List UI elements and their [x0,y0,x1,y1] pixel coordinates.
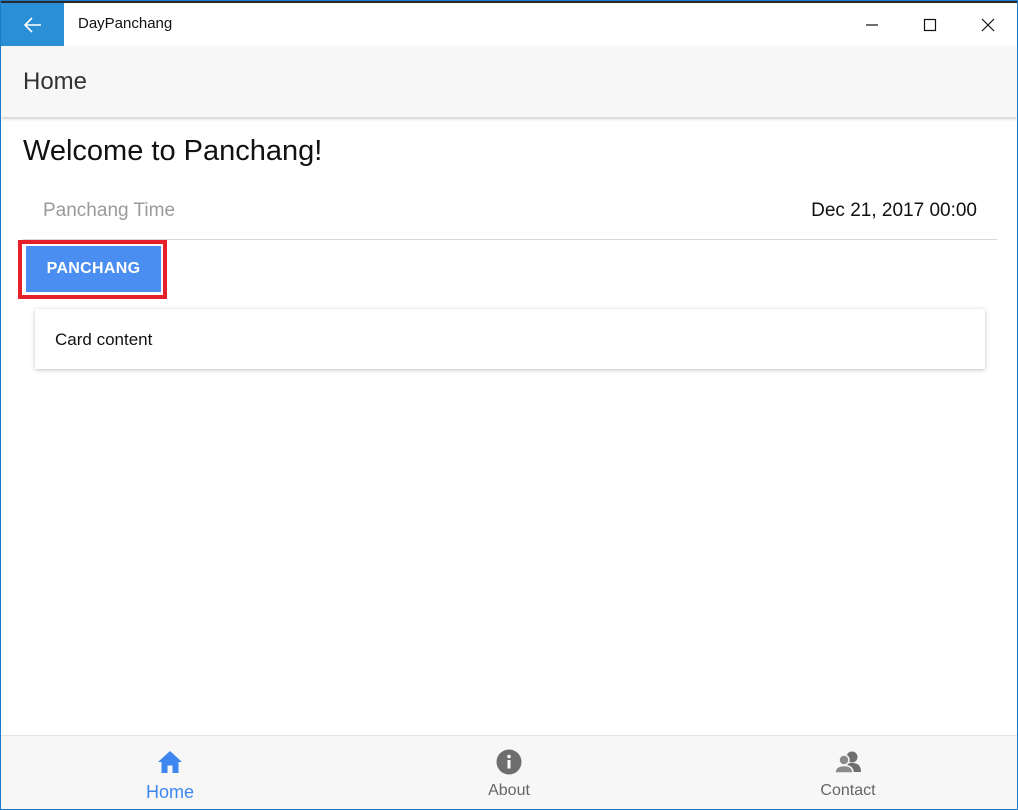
card-text: Card content [55,330,153,349]
welcome-heading: Welcome to Panchang! [23,135,323,167]
tab-about-label: About [488,782,530,799]
minimize-icon [866,23,878,26]
tab-contact[interactable]: Contact [679,736,1017,809]
tab-contact-label: Contact [820,782,876,799]
tab-home-label: Home [145,782,194,802]
close-icon [981,18,995,31]
bottom-tab-bar: Home About Contact [1,735,1017,809]
title-bar: DayPanchang [1,1,1017,46]
tab-home[interactable]: Home [1,736,339,809]
panchang-time-label: Panchang Time [43,200,176,221]
maximize-icon [923,18,937,31]
panchang-button[interactable]: PANCHANG [26,246,161,292]
content-card: Card content [35,309,985,369]
page-title: Home [23,68,88,95]
contacts-icon [834,748,862,776]
panchang-time-row[interactable]: Panchang Time Dec 21, 2017 00:00 [23,187,997,240]
minimize-button[interactable] [843,3,901,46]
tab-about[interactable]: About [340,736,678,809]
app-title: DayPanchang [78,15,173,32]
panchang-time-value[interactable]: Dec 21, 2017 00:00 [811,200,977,222]
maximize-button[interactable] [901,3,959,46]
back-button[interactable] [1,3,64,46]
info-icon [495,748,523,776]
page-header: Home [1,46,1017,117]
close-button[interactable] [959,3,1017,46]
back-arrow-icon [23,16,41,33]
app-window: DayPanchang Home Welcome to Panchang! Pa… [0,0,1018,810]
home-icon [156,748,184,776]
